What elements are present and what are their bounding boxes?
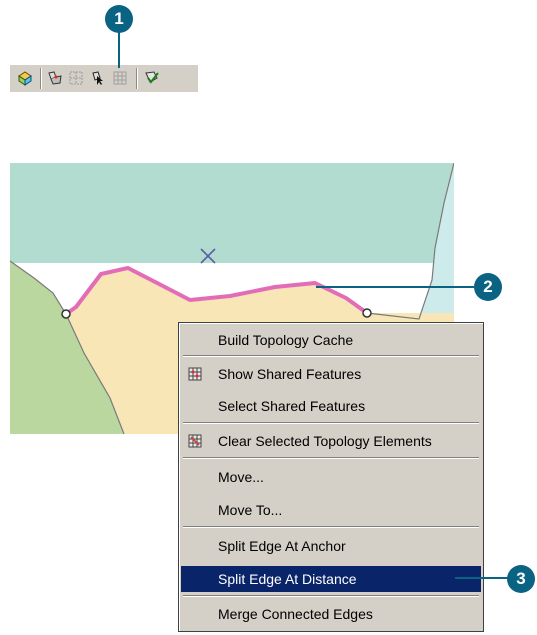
- map-topology-icon[interactable]: [47, 70, 63, 86]
- topology-pointer-icon[interactable]: [90, 70, 106, 86]
- topology-toolbar: [10, 65, 198, 92]
- menu-item-select-shared-features[interactable]: Select Shared Features: [181, 393, 481, 419]
- north-polygon: [10, 163, 454, 263]
- callout-2: 2: [474, 273, 502, 301]
- topology-edit-icon[interactable]: [68, 70, 84, 86]
- menu-separator: [183, 355, 479, 357]
- menu-item-split-edge-at-anchor[interactable]: Split Edge At Anchor: [181, 533, 481, 559]
- menu-item-move[interactable]: Move...: [181, 464, 481, 490]
- topology-grid-icon[interactable]: [112, 70, 128, 86]
- validate-topology-icon[interactable]: [144, 70, 160, 86]
- clear-topology-icon: [188, 434, 202, 448]
- menu-separator: [183, 595, 479, 597]
- menu-separator: [183, 422, 479, 424]
- callout-2-leader: [316, 286, 474, 288]
- edge-start-node[interactable]: [61, 309, 71, 319]
- callout-1: 1: [105, 5, 133, 33]
- toolbar-separator: [136, 68, 138, 89]
- menu-item-merge-connected-edges[interactable]: Merge Connected Edges: [181, 601, 481, 627]
- shared-features-icon: [188, 367, 202, 381]
- menu-separator: [183, 526, 479, 528]
- callout-1-leader: [118, 31, 120, 68]
- menu-separator: [183, 457, 479, 459]
- callout-3: 3: [507, 565, 535, 593]
- edge-end-node[interactable]: [362, 308, 372, 318]
- topology-tool-icon[interactable]: [17, 70, 33, 86]
- callout-3-leader: [455, 577, 513, 579]
- menu-item-split-edge-at-distance[interactable]: Split Edge At Distance: [181, 566, 481, 592]
- menu-item-show-shared-features[interactable]: Show Shared Features: [181, 361, 481, 387]
- menu-item-clear-selected-topology-elements[interactable]: Clear Selected Topology Elements: [181, 428, 481, 454]
- menu-item-move-to[interactable]: Move To...: [181, 497, 481, 523]
- toolbar-separator: [40, 68, 42, 89]
- context-menu: Build Topology Cache Show Shared Feature…: [178, 322, 484, 632]
- menu-item-build-topology-cache[interactable]: Build Topology Cache: [181, 327, 481, 353]
